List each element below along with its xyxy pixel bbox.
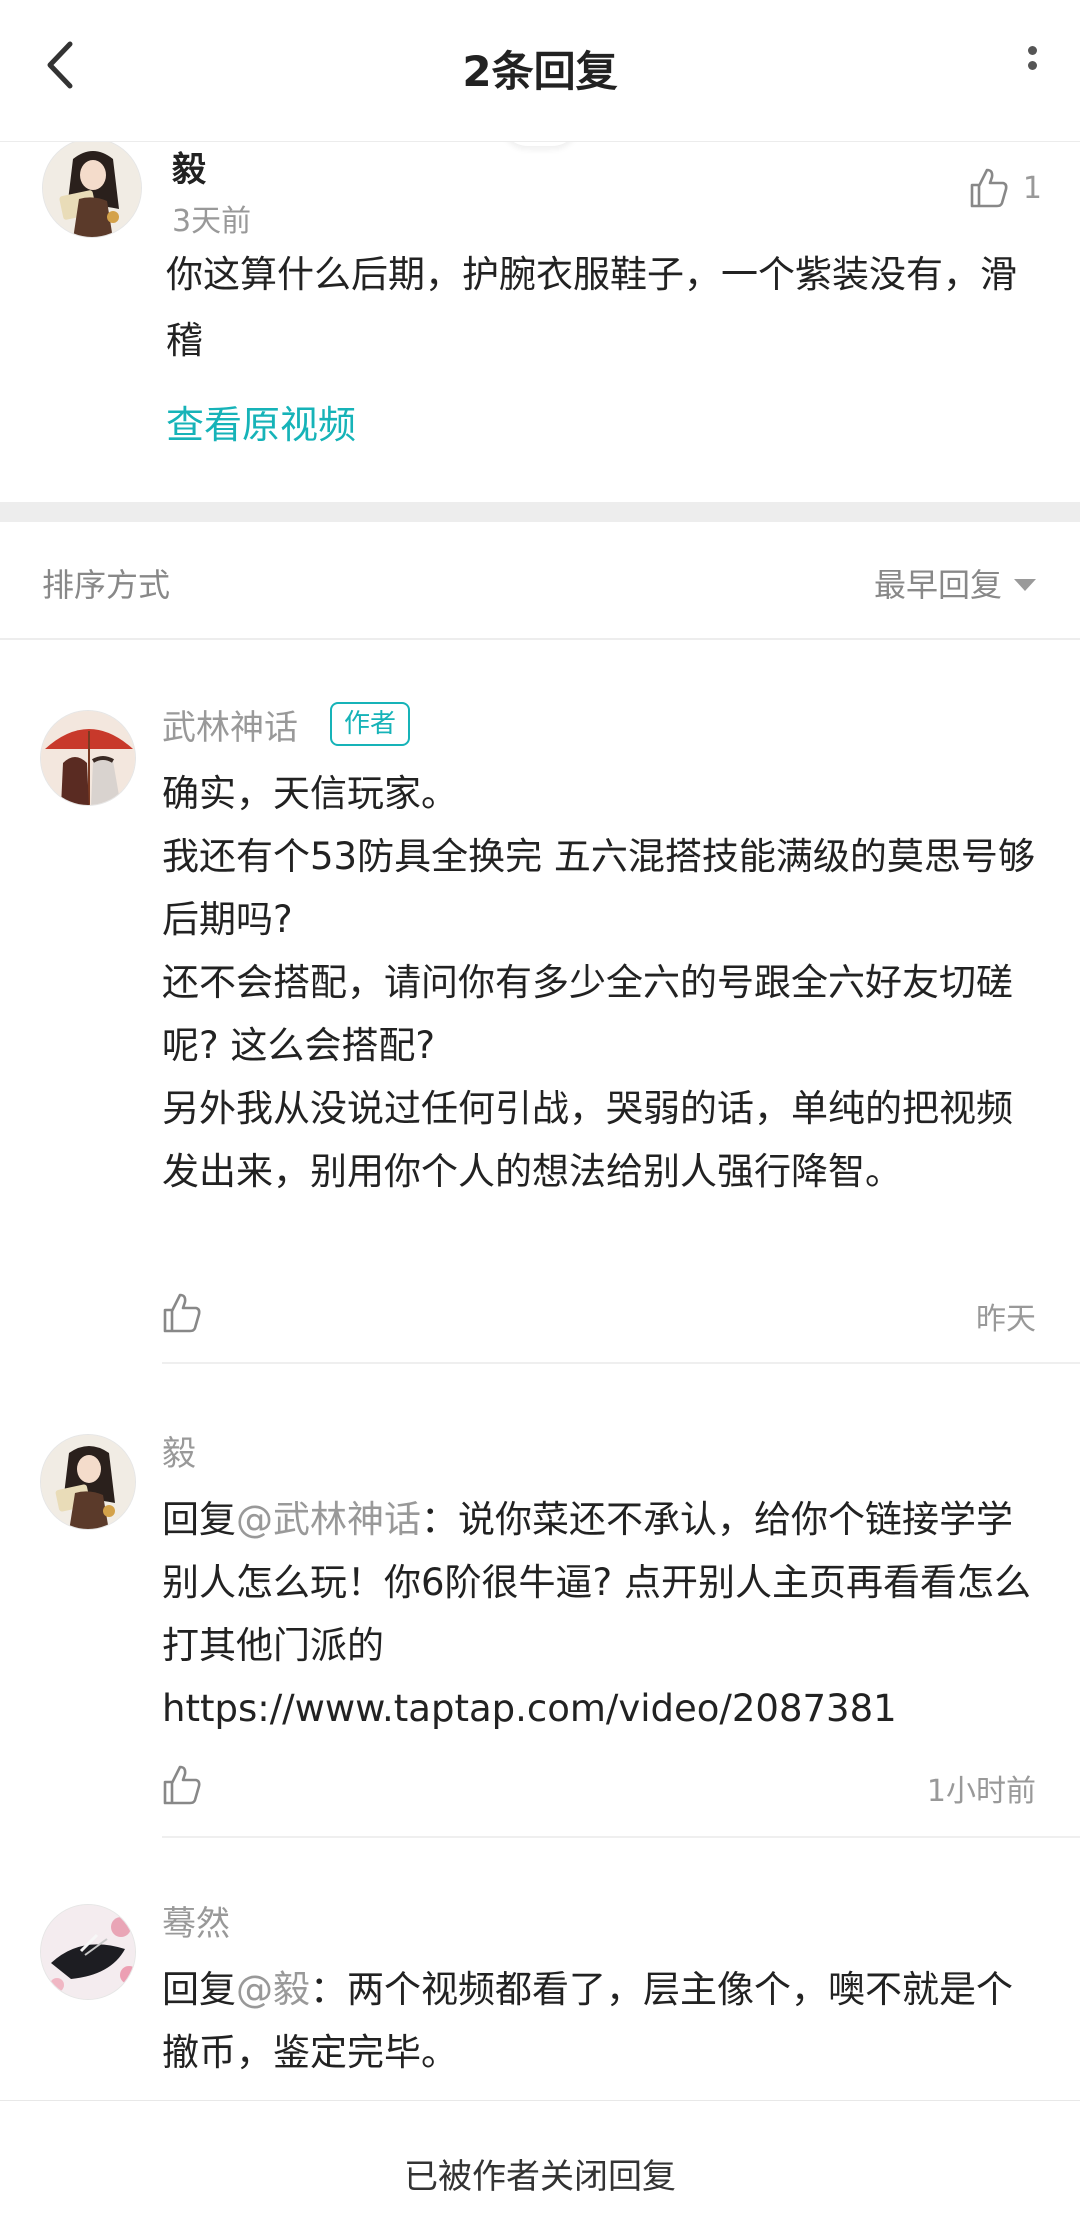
dropdown-arrow-icon (1014, 579, 1036, 591)
more-dot-icon (1027, 46, 1037, 55)
reply-paragraph: 另外我从没说过任何引战，哭弱的话，单纯的把视频发出来，别用你个人的想法给别人强行… (162, 1087, 1013, 1193)
reply-time: 1小时前 (926, 1774, 1036, 1809)
page-title: 2条回复 (462, 47, 618, 96)
reply-text: 回复@武林神话：说你菜还不承认，给你个链接学学别人怎么玩！你6阶很牛逼? 点开别… (162, 1488, 1042, 1740)
avatar[interactable] (40, 710, 136, 806)
reply-paragraph: 还不会搭配，请问你有多少全六的号跟全六好友切磋呢? 这么会搭配? (162, 961, 1013, 1067)
reply-time: 昨天 (976, 1302, 1036, 1337)
reply-text: 回复@毅：两个视频都看了，层主像个，噢不就是个撤币，鉴定完毕。 (162, 1958, 1042, 2084)
more-options-button[interactable] (1020, 40, 1044, 90)
reply-text: 确实，天信玩家。 我还有个53防具全换完 五六混搭技能满级的莫思号够后期吗? 还… (162, 762, 1042, 1203)
reply-thread-page: 2条回复 毅 3天前 1 你这算什么后期，护腕衣服鞋子，一个紫装没有，滑稽 查看… (0, 0, 1080, 2238)
divider (162, 1362, 1080, 1364)
comment-time: 3天前 (172, 204, 252, 239)
reply-prefix: 回复 (162, 1968, 236, 2011)
thumbs-up-icon (970, 168, 1008, 208)
avatar[interactable] (40, 1904, 136, 2000)
mention-link[interactable]: @毅 (236, 1968, 310, 2011)
video-url-link[interactable]: https://www.taptap.com/video/2087381 (162, 1677, 1042, 1740)
bottom-bar: 已被作者关闭回复 (0, 2100, 1080, 2238)
reply-prefix: 回复 (162, 1498, 236, 1541)
reply-item: 毅 回复@武林神话：说你菜还不承认，给你个链接学学别人怎么玩！你6阶很牛逼? 点… (0, 1426, 1080, 1838)
view-original-video-link[interactable]: 查看原视频 (166, 394, 356, 449)
like-button[interactable]: 1 (969, 164, 1042, 212)
thumbs-up-icon (163, 1293, 201, 1333)
reply-author[interactable]: 蓦然 (162, 1896, 230, 1945)
main-comment: 毅 3天前 1 你这算什么后期，护腕衣服鞋子，一个紫装没有，滑稽 查看原视频 (0, 138, 1080, 502)
thumbs-up-icon (163, 1765, 201, 1805)
reply-paragraph: 我还有个53防具全换完 五六混搭技能满级的莫思号够后期吗? (162, 835, 1035, 941)
replies-closed-notice: 已被作者关闭回复 (404, 2157, 676, 2197)
avatar[interactable] (42, 138, 142, 238)
sort-bar: 排序方式 最早回复 (0, 522, 1080, 640)
like-button[interactable] (162, 1764, 202, 1805)
avatar[interactable] (40, 1434, 136, 1530)
comment-text: 你这算什么后期，护腕衣服鞋子，一个紫装没有，滑稽 (166, 253, 1017, 362)
sort-value: 最早回复 (873, 566, 1002, 604)
author-badge: 作者 (330, 702, 411, 746)
reply-author[interactable]: 武林神话 (162, 700, 298, 749)
like-button[interactable] (162, 1292, 202, 1333)
more-dot-icon (1027, 61, 1037, 70)
top-bar: 2条回复 (0, 0, 1080, 142)
divider (162, 1836, 1080, 1838)
section-divider (0, 502, 1080, 522)
reply-author[interactable]: 毅 (162, 1426, 196, 1475)
like-count: 1 (1022, 170, 1042, 206)
reply-item: 蓦然 回复@毅：两个视频都看了，层主像个，噢不就是个撤币，鉴定完毕。 (0, 1896, 1080, 2096)
comment-author[interactable]: 毅 (172, 142, 206, 191)
sort-label: 排序方式 (42, 566, 171, 604)
reply-paragraph: 确实，天信玩家。 (162, 772, 458, 815)
sort-dropdown[interactable]: 最早回复 (874, 560, 1036, 606)
mention-link[interactable]: @武林神话 (236, 1498, 421, 1541)
reply-item: 武林神话 作者 确实，天信玩家。 我还有个53防具全换完 五六混搭技能满级的莫思… (0, 700, 1080, 1364)
